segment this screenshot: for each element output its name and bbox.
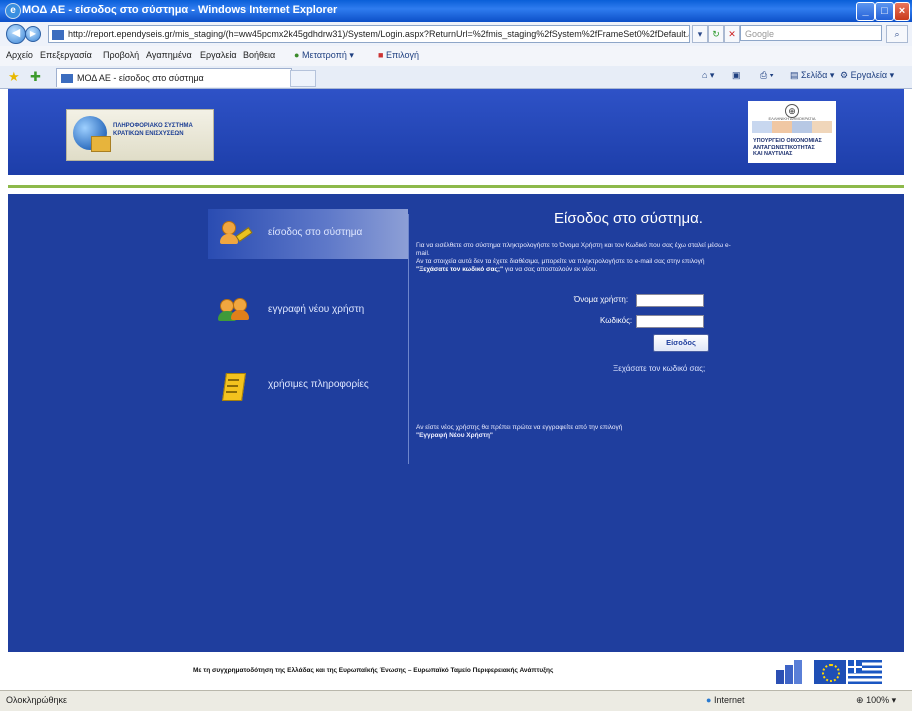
home-icon[interactable]: ⌂ ▾ bbox=[702, 70, 714, 81]
window-title-bar[interactable]: e ΜΟΔ ΑΕ - είσοδος στο σύστημα - Windows… bbox=[0, 0, 912, 22]
login-instructions-b: Αν τα στοιχεία αυτά δεν τα έχετε διαθέσι… bbox=[416, 258, 705, 265]
convert-icon: ● bbox=[294, 50, 300, 60]
convert-label: Μετατροπή bbox=[301, 50, 347, 60]
password-label: Κωδικός: bbox=[600, 316, 633, 325]
ministry-color-bars bbox=[752, 121, 832, 133]
menu-help[interactable]: Βοήθεια bbox=[243, 50, 275, 60]
site-logo[interactable]: ΠΛΗΡΟΦΟΡΙΑΚΟ ΣΥΣΤΗΜΑ ΚΡΑΤΙΚΩΝ ΕΝΙΣΧΥΣΕΩΝ bbox=[66, 109, 214, 161]
username-label: Όνομα χρήστη: bbox=[574, 295, 629, 304]
site-footer: Με τη συγχρηματοδότηση της Ελλάδας και τ… bbox=[8, 652, 904, 689]
menu-file[interactable]: Αρχείο bbox=[6, 50, 33, 60]
ministry-logo: ⊕ ΕΛΛΗΝΙΚΗ ΔΗΜΟΚΡΑΤΙΑ ΥΠΟΥΡΓΕΙΟ ΟΙΚΟΝΟΜΙ… bbox=[748, 101, 836, 163]
new-user-note-text: Αν είστε νέος χρήστης θα πρέπει πρώτα να… bbox=[416, 424, 623, 431]
favorites-star-icon[interactable]: ★ bbox=[8, 69, 20, 85]
address-toolbar: ◀ ▶ http://report.ependyseis.gr/mis_stag… bbox=[0, 22, 912, 47]
address-bar[interactable]: http://report.ependyseis.gr/mis_staging/… bbox=[48, 25, 690, 43]
address-dropdown-button[interactable]: ▾ bbox=[692, 25, 708, 43]
ministry-name: ΥΠΟΥΡΓΕΙΟ ΟΙΚΟΝΟΜΙΑΣ ΑΝΤΑΓΩΝΙΣΤΙΚΟΤΗΤΑΣ … bbox=[753, 138, 822, 158]
zone-indicator: ● Internet bbox=[706, 695, 744, 705]
minimize-button[interactable]: _ bbox=[856, 2, 875, 21]
site-header: ΠΛΗΡΟΦΟΡΙΑΚΟ ΣΥΣΤΗΜΑ ΚΡΑΤΙΚΩΝ ΕΝΙΣΧΥΣΕΩΝ… bbox=[8, 89, 904, 175]
forgot-password-inline: "Ξεχάσατε τον κωδικό σας;" bbox=[416, 266, 504, 273]
new-tab-button[interactable] bbox=[290, 70, 316, 87]
menu-view[interactable]: Προβολή bbox=[103, 50, 139, 60]
forgot-password-link[interactable]: Ξεχάσατε τον κωδικό σας; bbox=[613, 364, 705, 373]
ministry-line-1: ΥΠΟΥΡΓΕΙΟ ΟΙΚΟΝΟΜΙΑΣ bbox=[753, 138, 822, 144]
nav-info[interactable]: χρήσιμες πληροφορίες bbox=[208, 361, 408, 411]
tab-bar: ★ ✚ ΜΟΔ ΑΕ - είσοδος στο σύστημα ⌂ ▾ ▣ ⎙… bbox=[0, 66, 912, 89]
login-button[interactable]: Είσοδος bbox=[653, 334, 709, 352]
add-favorites-icon[interactable]: ✚ bbox=[30, 69, 41, 85]
users-icon bbox=[218, 298, 249, 324]
login-instructions: Για να εισέλθετε στο σύστημα πληκτρολογή… bbox=[416, 242, 734, 274]
select-label: Επιλογή bbox=[385, 50, 420, 60]
notes-icon bbox=[220, 373, 248, 401]
close-button[interactable]: × bbox=[894, 2, 910, 21]
login-title: Είσοδος στο σύστημα. bbox=[554, 210, 703, 227]
site-logo-line-1: ΠΛΗΡΟΦΟΡΙΑΚΟ ΣΥΣΤΗΜΑ bbox=[113, 123, 193, 129]
back-button[interactable]: ◀ bbox=[6, 24, 26, 44]
feeds-icon[interactable]: ▣ bbox=[732, 70, 741, 81]
maximize-button[interactable]: □ bbox=[875, 2, 894, 21]
menu-bar: Αρχείο Επεξεργασία Προβολή Αγαπημένα Εργ… bbox=[0, 46, 912, 67]
page-menu-button[interactable]: ▤ Σελίδα ▾ bbox=[790, 70, 834, 81]
folder-icon bbox=[91, 136, 111, 152]
status-text: Ολοκληρώθηκε bbox=[6, 695, 68, 705]
login-instructions-a: Για να εισέλθετε στο σύστημα πληκτρολογή… bbox=[416, 242, 731, 257]
nav-login[interactable]: είσοδος στο σύστημα bbox=[208, 209, 408, 259]
print-icon[interactable]: ⎙ ▾ bbox=[760, 70, 773, 81]
eu-flag bbox=[814, 660, 846, 684]
tab-page-icon bbox=[61, 74, 73, 84]
greek-flag bbox=[848, 660, 882, 684]
header-divider bbox=[8, 175, 904, 185]
vertical-divider bbox=[408, 214, 409, 464]
forward-button[interactable]: ▶ bbox=[25, 26, 41, 42]
username-input[interactable] bbox=[636, 294, 704, 307]
site-logo-line-2: ΚΡΑΤΙΚΩΝ ΕΝΙΣΧΥΣΕΩΝ bbox=[113, 131, 184, 137]
zone-label: Internet bbox=[713, 695, 745, 705]
espa-logo bbox=[776, 660, 802, 684]
register-link-inline: "Εγγραφή Νέου Χρήστη" bbox=[416, 432, 494, 439]
tools-menu-button[interactable]: ⚙ Εργαλεία ▾ bbox=[840, 70, 894, 81]
tab-title: ΜΟΔ ΑΕ - είσοδος στο σύστημα bbox=[77, 73, 204, 83]
internet-globe-icon: ● bbox=[706, 695, 712, 705]
page-icon bbox=[52, 29, 64, 40]
search-input[interactable]: Google bbox=[740, 25, 882, 41]
page-menu-label: Σελίδα bbox=[801, 70, 828, 80]
nav-register-label: εγγραφή νέου χρήστη bbox=[268, 304, 365, 315]
window-title: ΜΟΔ ΑΕ - είσοδος στο σύστημα - Windows I… bbox=[22, 4, 338, 16]
site-logo-text: ΠΛΗΡΟΦΟΡΙΑΚΟ ΣΥΣΤΗΜΑ ΚΡΑΤΙΚΩΝ ΕΝΙΣΧΥΣΕΩΝ bbox=[113, 122, 193, 138]
nav-register[interactable]: εγγραφή νέου χρήστη bbox=[208, 286, 408, 336]
menu-favorites[interactable]: Αγαπημένα bbox=[146, 50, 192, 60]
stop-button[interactable]: ✕ bbox=[724, 25, 740, 43]
password-input[interactable] bbox=[636, 315, 704, 328]
select-button[interactable]: ■ Επιλογή bbox=[378, 50, 419, 60]
menu-tools[interactable]: Εργαλεία bbox=[200, 50, 237, 60]
convert-button[interactable]: ● Μετατροπή ▾ bbox=[294, 50, 354, 61]
key-user-icon bbox=[220, 221, 253, 247]
address-url: http://report.ependyseis.gr/mis_staging/… bbox=[68, 29, 690, 39]
zoom-control[interactable]: ⊕ 100% ▾ bbox=[856, 695, 896, 706]
main-panel: είσοδος στο σύστημα εγγραφή νέου χρήστη … bbox=[8, 194, 904, 654]
zoom-icon: ⊕ bbox=[856, 695, 864, 705]
browser-tab[interactable]: ΜΟΔ ΑΕ - είσοδος στο σύστημα bbox=[56, 68, 292, 87]
select-icon: ■ bbox=[378, 50, 384, 60]
search-button[interactable]: ⌕ bbox=[886, 25, 908, 43]
new-user-note: Αν είστε νέος χρήστης θα πρέπει πρώτα να… bbox=[416, 424, 736, 440]
refresh-button[interactable]: ↻ bbox=[708, 25, 724, 43]
menu-edit[interactable]: Επεξεργασία bbox=[40, 50, 92, 60]
footer-text: Με τη συγχρηματοδότηση της Ελλάδας και τ… bbox=[193, 667, 554, 674]
login-instructions-c: για να σας αποσταλούν εκ νέου. bbox=[503, 266, 598, 273]
tools-menu-label: Εργαλεία bbox=[850, 70, 888, 80]
ministry-line-3: ΚΑΙ ΝΑΥΤΙΛΙΑΣ bbox=[753, 151, 793, 157]
page-content: ΠΛΗΡΟΦΟΡΙΑΚΟ ΣΥΣΤΗΜΑ ΚΡΑΤΙΚΩΝ ΕΝΙΣΧΥΣΕΩΝ… bbox=[0, 89, 912, 689]
zoom-level: 100% bbox=[866, 695, 890, 705]
green-divider bbox=[8, 185, 904, 188]
nav-info-label: χρήσιμες πληροφορίες bbox=[268, 379, 369, 390]
nav-login-label: είσοδος στο σύστημα bbox=[268, 227, 363, 238]
ie-icon: e bbox=[5, 3, 21, 19]
status-bar: Ολοκληρώθηκε ● Internet ⊕ 100% ▾ bbox=[0, 690, 912, 711]
